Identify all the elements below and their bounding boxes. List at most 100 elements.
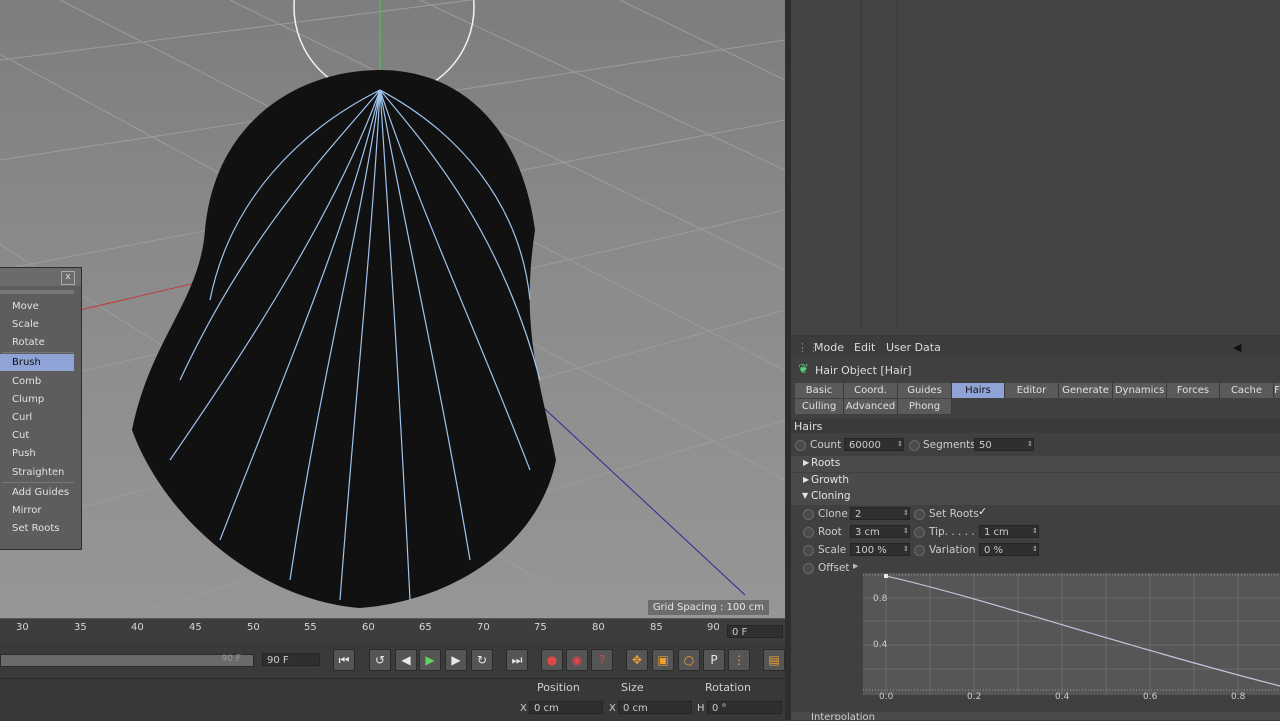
tab-overflow[interactable]: F bbox=[1274, 383, 1280, 398]
3d-viewport[interactable]: Grid Spacing : 100 cm bbox=[0, 0, 785, 618]
clone-field[interactable]: 2 bbox=[850, 507, 910, 520]
tab-generate[interactable]: Generate bbox=[1059, 383, 1113, 398]
current-frame-field[interactable]: 0 F bbox=[727, 625, 783, 638]
go-to-end-button[interactable]: ⏭ bbox=[506, 649, 528, 671]
key-parameter-button[interactable]: P bbox=[703, 649, 725, 671]
tab-phong[interactable]: Phong bbox=[898, 399, 952, 414]
segments-stepper-icon[interactable]: ⇕ bbox=[1027, 440, 1033, 448]
tab-cache[interactable]: Cache bbox=[1220, 383, 1274, 398]
interpolation-group[interactable]: Interpolation bbox=[791, 712, 1280, 720]
set-roots-checkbox[interactable]: ✓ bbox=[978, 505, 987, 518]
go-to-start-button[interactable]: ⏮ bbox=[333, 649, 355, 671]
offset-anim-dot[interactable] bbox=[803, 563, 814, 574]
h-rotation-field[interactable]: 0 ° bbox=[707, 701, 782, 714]
tool-brush[interactable]: Brush bbox=[0, 354, 74, 371]
count-label: Count bbox=[810, 439, 842, 451]
tab-dynamics[interactable]: Dynamics bbox=[1113, 383, 1167, 398]
key-pla-button[interactable]: ⋮ bbox=[728, 649, 750, 671]
timeline-tick: 30 bbox=[16, 622, 29, 633]
next-key-button[interactable]: ↻ bbox=[471, 649, 493, 671]
viewport-scene bbox=[0, 0, 785, 618]
range-slider[interactable]: 90 F bbox=[0, 654, 254, 667]
count-stepper-icon[interactable]: ⇕ bbox=[897, 440, 903, 448]
key-position-button[interactable]: ✥ bbox=[626, 649, 648, 671]
tool-push[interactable]: Push bbox=[0, 445, 74, 462]
tool-set-roots[interactable]: Set Roots bbox=[0, 520, 74, 537]
variation-stepper-icon[interactable]: ⇕ bbox=[1032, 545, 1038, 553]
tip-anim-dot[interactable] bbox=[914, 527, 925, 538]
growth-group[interactable]: ▶ Growth bbox=[791, 473, 1280, 489]
root-field[interactable]: 3 cm bbox=[850, 525, 910, 538]
spline-knot[interactable] bbox=[884, 574, 888, 578]
hair-mesh[interactable] bbox=[132, 70, 556, 608]
tool-comb[interactable]: Comb bbox=[0, 373, 74, 390]
hair-object-icon: ❦ bbox=[798, 362, 809, 377]
growth-expand-icon: ▶ bbox=[803, 475, 810, 484]
tool-add-guides[interactable]: Add Guides bbox=[0, 484, 74, 501]
segments-field[interactable]: 50 bbox=[974, 438, 1034, 451]
tool-mirror[interactable]: Mirror bbox=[0, 502, 74, 519]
tool-straighten[interactable]: Straighten bbox=[0, 464, 74, 481]
scale-field[interactable]: 100 % bbox=[850, 543, 910, 556]
scale-anim-dot[interactable] bbox=[803, 545, 814, 556]
tab-advanced[interactable]: Advanced bbox=[844, 399, 898, 414]
tool-rotate[interactable]: Rotate bbox=[0, 334, 74, 351]
root-stepper-icon[interactable]: ⇕ bbox=[903, 527, 909, 535]
count-anim-dot[interactable] bbox=[795, 440, 806, 451]
grid-spacing-label: Grid Spacing : 100 cm bbox=[647, 600, 769, 615]
play-button[interactable]: ▶ bbox=[419, 649, 441, 671]
graph-x-label: 0.6 bbox=[1143, 692, 1158, 702]
roots-group[interactable]: ▶ Roots bbox=[791, 456, 1280, 472]
tip-stepper-icon[interactable]: ⇕ bbox=[1032, 527, 1038, 535]
tab-forces[interactable]: Forces bbox=[1167, 383, 1220, 398]
tool-curl[interactable]: Curl bbox=[0, 409, 74, 426]
step-forward-button[interactable]: ▶ bbox=[445, 649, 467, 671]
tool-scale[interactable]: Scale bbox=[0, 316, 74, 333]
key-rotation-button[interactable]: ○ bbox=[678, 649, 700, 671]
scheme-button[interactable]: ▤ bbox=[763, 649, 785, 671]
spline-grid bbox=[863, 573, 1280, 695]
palette-close-button[interactable]: x bbox=[61, 271, 75, 285]
hair-tools-palette[interactable]: x Move Scale Rotate Brush Comb Clump Cur… bbox=[0, 267, 82, 550]
offset-expand-icon[interactable]: ▶ bbox=[853, 562, 858, 570]
tip-field[interactable]: 1 cm bbox=[979, 525, 1039, 538]
set-roots-anim-dot[interactable] bbox=[914, 509, 925, 520]
menu-user-data[interactable]: User Data bbox=[886, 341, 941, 354]
scale-stepper-icon[interactable]: ⇕ bbox=[903, 545, 909, 553]
step-back-button[interactable]: ◀ bbox=[395, 649, 417, 671]
tool-cut[interactable]: Cut bbox=[0, 427, 74, 444]
tab-guides[interactable]: Guides bbox=[898, 383, 952, 398]
tab-hairs[interactable]: Hairs bbox=[952, 383, 1005, 398]
cloning-group[interactable]: ▼ Cloning bbox=[791, 489, 1280, 505]
root-anim-dot[interactable] bbox=[803, 527, 814, 538]
tab-culling[interactable]: Culling bbox=[795, 399, 844, 414]
back-arrow-icon[interactable]: ◀ bbox=[1233, 341, 1241, 354]
timeline-tick: 40 bbox=[131, 622, 144, 633]
timeline-tick: 45 bbox=[189, 622, 202, 633]
object-manager[interactable] bbox=[791, 0, 1280, 335]
offset-spline-graph[interactable]: 0.8 0.4 0.0 0.2 0.4 0.6 0.8 bbox=[863, 573, 1280, 702]
tab-basic[interactable]: Basic bbox=[795, 383, 844, 398]
x-size-field[interactable]: 0 cm bbox=[618, 701, 692, 714]
tab-coord[interactable]: Coord. bbox=[844, 383, 898, 398]
clone-anim-dot[interactable] bbox=[803, 509, 814, 520]
autokey-button[interactable]: ◉ bbox=[566, 649, 588, 671]
count-field[interactable]: 60000 bbox=[844, 438, 904, 451]
clone-stepper-icon[interactable]: ⇕ bbox=[903, 509, 909, 517]
record-button[interactable]: ● bbox=[541, 649, 563, 671]
menu-edit[interactable]: Edit bbox=[854, 341, 875, 354]
previous-key-button[interactable]: ↺ bbox=[369, 649, 391, 671]
variation-anim-dot[interactable] bbox=[914, 545, 925, 556]
end-frame-field[interactable]: 90 F bbox=[262, 653, 320, 666]
x-position-field[interactable]: 0 cm bbox=[529, 701, 603, 714]
variation-field[interactable]: 0 % bbox=[979, 543, 1039, 556]
menu-mode[interactable]: Mode bbox=[814, 341, 844, 354]
tab-editor[interactable]: Editor bbox=[1005, 383, 1059, 398]
tool-move[interactable]: Move bbox=[0, 298, 74, 315]
tool-clump[interactable]: Clump bbox=[0, 391, 74, 408]
key-scale-button[interactable]: ▣ bbox=[652, 649, 674, 671]
segments-anim-dot[interactable] bbox=[909, 440, 920, 451]
keyframe-selection-button[interactable]: ? bbox=[591, 649, 613, 671]
graph-x-label: 0.2 bbox=[967, 692, 982, 702]
timeline-ruler[interactable]: 30 35 40 45 50 55 60 65 70 75 80 85 90 0… bbox=[0, 618, 785, 643]
